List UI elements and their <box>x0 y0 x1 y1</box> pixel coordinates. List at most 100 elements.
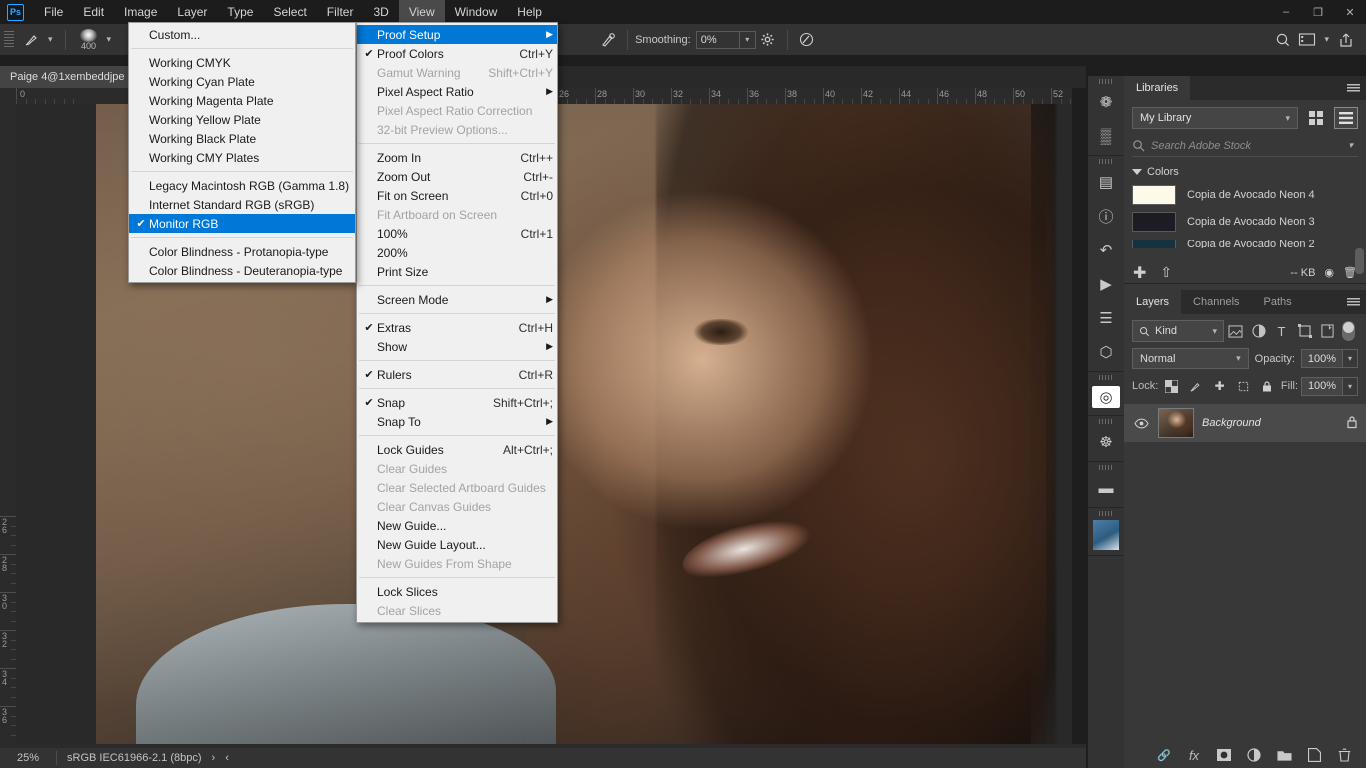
shape-filter-icon[interactable] <box>1293 320 1316 342</box>
view-menu[interactable]: Proof Setup ▶ ✔ Proof Colors Ctrl+Y Gamut War… <box>356 22 558 623</box>
menu-item-zoom-out[interactable]: Zoom Out Ctrl+- <box>357 167 557 186</box>
tab-paths[interactable]: Paths <box>1252 290 1304 314</box>
new-adjustment-layer-icon[interactable] <box>1246 747 1262 763</box>
minimize-button[interactable]: – <box>1270 0 1302 24</box>
layer-filter-kind-select[interactable]: Kind ▾ <box>1132 320 1224 342</box>
menu-help[interactable]: Help <box>507 0 552 24</box>
menu-item-working-cyan-plate[interactable]: Working Cyan Plate <box>129 72 355 91</box>
menu-item-lock-guides[interactable]: Lock Guides Alt+Ctrl+; <box>357 440 557 459</box>
colors-section-header[interactable]: Colors <box>1132 166 1358 178</box>
tab-libraries[interactable]: Libraries <box>1124 76 1191 100</box>
dock-grip[interactable] <box>1088 462 1124 471</box>
menu-3d[interactable]: 3D <box>363 0 398 24</box>
color-swatch[interactable] <box>1132 240 1176 248</box>
libraries-panel-menu-icon[interactable] <box>1340 76 1366 100</box>
menu-item-rulers[interactable]: ✔ Rulers Ctrl+R <box>357 365 557 384</box>
menu-item-color-blindness-deuteranopia-type[interactable]: Color Blindness - Deuteranopia-type <box>129 261 355 280</box>
add-icon[interactable]: ✚ <box>1133 263 1146 283</box>
delete-layer-icon[interactable] <box>1336 747 1352 763</box>
menu-select[interactable]: Select <box>263 0 316 24</box>
menu-item-200[interactable]: 200% <box>357 243 557 262</box>
dock-grip[interactable] <box>1088 508 1124 517</box>
smoothing-input[interactable]: 0% <box>695 30 740 49</box>
close-button[interactable]: ✕ <box>1334 0 1366 24</box>
menu-window[interactable]: Window <box>445 0 508 24</box>
menu-item-fit-on-screen[interactable]: Fit on Screen Ctrl+0 <box>357 186 557 205</box>
dock-grip[interactable] <box>1088 156 1124 165</box>
status-back-arrow-icon[interactable]: ‹ <box>215 752 239 764</box>
options-bar-grip[interactable] <box>4 30 14 49</box>
lock-transparent-pixels-icon[interactable] <box>1161 376 1182 396</box>
new-group-icon[interactable] <box>1276 747 1292 763</box>
lock-artboard-icon[interactable] <box>1233 376 1254 396</box>
menu-item-proof-colors[interactable]: ✔ Proof Colors Ctrl+Y <box>357 44 557 63</box>
share-icon[interactable] <box>1334 28 1358 52</box>
lock-position-icon[interactable]: ✚ <box>1209 376 1230 396</box>
menu-edit[interactable]: Edit <box>73 0 114 24</box>
tab-channels[interactable]: Channels <box>1181 290 1251 314</box>
color-swatch[interactable] <box>1132 212 1176 232</box>
menu-item-working-cmyk[interactable]: Working CMYK <box>129 53 355 72</box>
adjustment-filter-icon[interactable] <box>1247 320 1270 342</box>
menu-item-new-guide[interactable]: New Guide... <box>357 516 557 535</box>
brush-preset-chevron-icon[interactable]: ▾ <box>43 34 58 45</box>
airbrush-icon[interactable] <box>795 28 819 52</box>
menu-item-proof-setup[interactable]: Proof Setup ▶ <box>357 25 557 44</box>
lock-image-pixels-icon[interactable] <box>1185 376 1206 396</box>
smart-object-filter-icon[interactable] <box>1316 320 1339 342</box>
opacity-dropdown-icon[interactable]: ▾ <box>1343 349 1358 368</box>
menu-item-legacy-macintosh-rgb-gamma-1-8[interactable]: Legacy Macintosh RGB (Gamma 1.8) <box>129 176 355 195</box>
menu-item-custom[interactable]: Custom... <box>129 25 355 44</box>
libraries-folder-icon[interactable]: ▬ <box>1088 471 1124 505</box>
tab-layers[interactable]: Layers <box>1124 290 1182 314</box>
layer-visibility-icon[interactable] <box>1132 418 1150 429</box>
creative-cloud-icon[interactable]: ◉ <box>1324 266 1334 279</box>
menu-item-show[interactable]: Show ▶ <box>357 337 557 356</box>
layer-thumbnail[interactable] <box>1158 408 1194 438</box>
filter-enable-toggle[interactable] <box>1342 321 1355 341</box>
type-filter-icon[interactable]: T <box>1270 320 1293 342</box>
stock-search-chevron-icon[interactable]: ▾ <box>1343 140 1358 151</box>
menu-item-color-blindness-protanopia-type[interactable]: Color Blindness - Protanopia-type <box>129 242 355 261</box>
layers-panel-menu-icon[interactable] <box>1340 290 1366 314</box>
blend-mode-select[interactable]: Normal ▾ <box>1132 348 1249 369</box>
fill-value[interactable]: 100% <box>1301 376 1344 396</box>
layer-style-fx-icon[interactable]: fx <box>1186 747 1202 763</box>
adobe-stock-search[interactable]: Search Adobe Stock ▾ <box>1132 135 1358 157</box>
menu-type[interactable]: Type <box>217 0 263 24</box>
lock-all-icon[interactable] <box>1257 376 1278 396</box>
menu-item-snap[interactable]: ✔ Snap Shift+Ctrl+; <box>357 393 557 412</box>
menu-item-zoom-in[interactable]: Zoom In Ctrl++ <box>357 148 557 167</box>
camera-raw-icon[interactable]: ◎ <box>1092 386 1120 408</box>
color-panel-icon[interactable]: ❁ <box>1088 85 1124 119</box>
fill-dropdown-icon[interactable]: ▾ <box>1343 376 1359 396</box>
document-thumbnail-icon[interactable] <box>1093 520 1119 550</box>
swatches-panel-icon[interactable]: ▒ <box>1088 119 1124 153</box>
workspace-icon[interactable] <box>1295 28 1319 52</box>
link-layers-icon[interactable]: 🔗 <box>1156 747 1172 763</box>
history-panel-icon[interactable]: ↶ <box>1088 233 1124 267</box>
symmetry-icon[interactable] <box>596 28 620 52</box>
new-layer-icon[interactable] <box>1306 747 1322 763</box>
menu-item-internet-standard-rgb-srgb[interactable]: Internet Standard RGB (sRGB) <box>129 195 355 214</box>
menu-image[interactable]: Image <box>114 0 167 24</box>
trash-icon[interactable]: 🗑 <box>1343 266 1357 279</box>
layer-name[interactable]: Background <box>1202 417 1261 429</box>
menu-item-working-yellow-plate[interactable]: Working Yellow Plate <box>129 110 355 129</box>
info-panel-icon[interactable]: ⓘ <box>1088 199 1124 233</box>
menu-item-100[interactable]: 100% Ctrl+1 <box>357 224 557 243</box>
gear-icon[interactable] <box>756 28 780 52</box>
opacity-value[interactable]: 100% <box>1301 349 1343 368</box>
pixel-filter-icon[interactable] <box>1224 320 1247 342</box>
menu-item-pixel-aspect-ratio[interactable]: Pixel Aspect Ratio ▶ <box>357 82 557 101</box>
dock-grip[interactable] <box>1088 372 1124 381</box>
grid-view-icon[interactable] <box>1304 107 1328 129</box>
dock-grip[interactable] <box>1088 76 1124 85</box>
menu-file[interactable]: File <box>34 0 73 24</box>
menu-item-snap-to[interactable]: Snap To ▶ <box>357 412 557 431</box>
menu-item-new-guide-layout[interactable]: New Guide Layout... <box>357 535 557 554</box>
menu-layer[interactable]: Layer <box>167 0 217 24</box>
menu-item-working-magenta-plate[interactable]: Working Magenta Plate <box>129 91 355 110</box>
menu-item-working-cmy-plates[interactable]: Working CMY Plates <box>129 148 355 167</box>
swatch-list-item[interactable]: Copia de Avocado Neon 3 <box>1132 212 1358 232</box>
